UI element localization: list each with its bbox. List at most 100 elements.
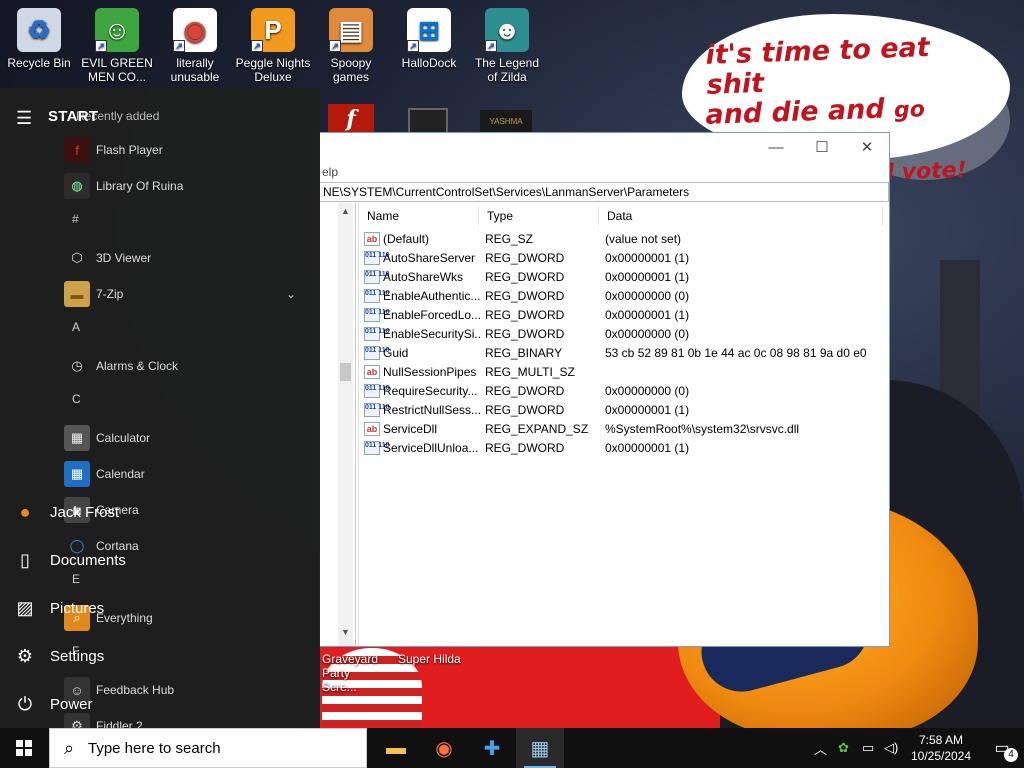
values-list[interactable]: Name Type Data ab (Default) REG_SZ (value n… [358,203,888,646]
speech-line-1: it's time to eat shit [705,32,931,101]
network-icon[interactable]: ▭ [862,728,874,768]
registry-value-row[interactable]: 011 110 RequireSecurity... REG_DWORD 0x0000… [359,381,888,400]
address-bar[interactable]: NE\SYSTEM\CurrentControlSet\Services\Lan… [320,182,889,202]
tray-overflow-chevron-icon[interactable]: ︿ [814,728,827,768]
binary-value-icon: 011 110 [364,402,390,417]
registry-value-row[interactable]: 011 110 ServiceDllUnloa... REG_DWORD 0x0000… [359,438,888,457]
green-men-icon: ☺ ↗ [95,8,139,52]
value-data: 0x00000001 (1) [605,402,690,417]
desktop-icon-recycle-bin[interactable]: ♻ Recycle Bin [1,8,77,70]
desktop-icon-label: literally unusable [170,56,220,84]
value-name: RestrictNullSess... [383,402,481,417]
peggle-icon: P ↗ [251,8,295,52]
notification-center-button[interactable]: ▭ 4 [980,728,1024,768]
registry-value-row[interactable]: ab (Default) REG_SZ (value not set) [359,229,888,248]
tree-scrollbar[interactable]: ▲ ▼ [338,203,353,646]
value-name: EnableForcedLo... [383,307,481,322]
desktop-icon-folder[interactable]: ▤ ↗ Spoopy games [313,8,389,84]
scroll-thumb[interactable] [340,363,351,381]
taskbar-app-regedit[interactable]: ▦ [516,728,564,768]
gear-icon: ⚙ [16,645,34,666]
value-name: ServiceDll [383,421,438,436]
taskbar-clock[interactable]: 7:58 AM 10/25/2024 [906,732,976,764]
registry-value-row[interactable]: 011 110 EnableAuthentic... REG_DWORD 0x0000… [359,286,888,305]
registry-value-row[interactable]: 011 110 EnableForcedLo... REG_DWORD 0x00000… [359,305,888,324]
notification-count-badge: 4 [1004,748,1018,762]
desktop-icon-windows-logo[interactable]: ⊞ ↗ HalloDock [391,8,467,70]
desktop-icon-zilda[interactable]: ☻ ↗ The Legend of Zilda [469,8,545,84]
volume-icon[interactable]: ◁) [884,728,898,768]
column-header-name[interactable]: Name [359,205,479,226]
shortcut-arrow-icon: ↗ [251,40,263,52]
scroll-down-arrow-icon[interactable]: ▼ [338,624,353,640]
app-tile-icon [408,108,448,134]
value-name: EnableSecuritySi... [383,326,481,341]
value-type: REG_DWORD [485,383,565,398]
desktop-icon-green-men[interactable]: ☺ ↗ EVIL GREEN MEN CO... [79,8,155,84]
binary-value-icon: 011 110 [364,288,390,303]
zilda-icon: ☻ ↗ [485,8,529,52]
firefox-icon: ◉ [435,737,453,760]
tray-app-icon[interactable]: ✿ [838,728,849,768]
registry-value-row[interactable]: ab ServiceDll REG_EXPAND_SZ %SystemRoot%\sy… [359,419,888,438]
pictures-icon: ▨ [16,597,34,618]
registry-value-row[interactable]: 011 110 AutoShareWks REG_DWORD 0x00000001 (… [359,267,888,286]
game-tile-icon: YASHMA [480,110,532,134]
desktop-icon-hilda[interactable]: Super Hilda [398,652,464,666]
key-tree-pane[interactable]: ▲ ▼ [320,203,356,646]
scroll-up-arrow-icon[interactable]: ▲ [338,203,353,219]
registry-value-row[interactable]: 011 110 Guid REG_BINARY 53 cb 52 89 81 0b 1… [359,343,888,362]
string-value-icon: ab [364,364,380,379]
taskbar-app-network-app[interactable]: ✚ [468,728,516,768]
rail-label: Pictures [50,599,105,617]
registry-value-row[interactable]: 011 110 EnableSecuritySi... REG_DWORD 0x000… [359,324,888,343]
value-data: 0x00000000 (0) [605,326,690,341]
rail-power[interactable]: ⏻ Power [0,680,170,728]
column-header-data[interactable]: Data [599,205,883,226]
binary-value-icon: 011 110 [364,269,390,284]
title-bar[interactable]: — ☐ ✕ [320,133,889,163]
desktop-icon-graveyard[interactable]: Graveyard Party Scre... [322,652,388,694]
value-type: REG_DWORD [485,288,565,303]
value-data: 53 cb 52 89 81 0b 1e 44 ac 0c 08 98 81 9… [605,345,867,360]
value-data: (value not set) [605,231,682,246]
taskbar: ⌕ Type here to search ▬ ◉ ✚ ▦ ︿ ✿ ▭ ◁) 7:58… [0,728,1024,768]
taskbar-app-file-explorer[interactable]: ▬ [372,728,420,768]
registry-value-row[interactable]: 011 110 AutoShareServer REG_DWORD 0x0000000… [359,248,888,267]
regedit-icon: ▦ [530,737,550,760]
menu-help[interactable]: elp [320,165,338,183]
registry-value-row[interactable]: ab NullSessionPipes REG_MULTI_SZ [359,362,888,381]
rail-label: Jack Frost [50,503,120,521]
clock-time: 7:58 AM [918,733,964,747]
chevron-down-icon[interactable]: ⌄ [286,287,296,301]
minimize-button[interactable]: — [754,137,798,159]
value-name: AutoShareServer [383,250,476,265]
string-value-icon: ab [364,421,380,436]
rail-jack-frost[interactable]: ● Jack Frost [0,488,170,536]
search-placeholder: Type here to search [88,739,221,757]
desktop-icon-peggle[interactable]: P ↗ Peggle Nights Deluxe [235,8,311,84]
maximize-button[interactable]: ☐ [800,137,844,159]
column-header-type[interactable]: Type [479,205,599,226]
desktop-icon-chrome[interactable]: ◉ ↗ literally unusable [157,8,233,84]
rail-pictures[interactable]: ▨ Pictures [0,584,170,632]
registry-value-row[interactable]: 011 110 RestrictNullSess... REG_DWORD 0x000… [359,400,888,419]
shortcut-arrow-icon: ↗ [485,40,497,52]
rail-documents[interactable]: ▯ Documents [0,536,170,584]
value-data: 0x00000000 (0) [605,288,690,303]
value-data: 0x00000000 (0) [605,383,690,398]
shortcut-arrow-icon: ↗ [329,40,341,52]
desktop-icon-label: Recycle Bin [7,56,71,70]
start-button[interactable] [0,728,48,768]
chrome-icon: ◉ ↗ [173,8,217,52]
close-button[interactable]: ✕ [845,137,889,159]
value-name: Guid [383,345,409,360]
desktop-icon-label: Peggle Nights Deluxe [235,56,311,84]
rail-settings[interactable]: ⚙ Settings [0,632,170,680]
start-menu: f Flash Player ◍ Library Of Ruina # ⬡ 3D Viewe… [0,88,320,739]
value-name: RequireSecurity... [383,383,478,398]
taskbar-app-firefox[interactable]: ◉ [420,728,468,768]
taskbar-search-box[interactable]: ⌕ Type here to search [49,728,367,768]
value-type: REG_BINARY [485,345,563,360]
value-type: REG_DWORD [485,250,565,265]
